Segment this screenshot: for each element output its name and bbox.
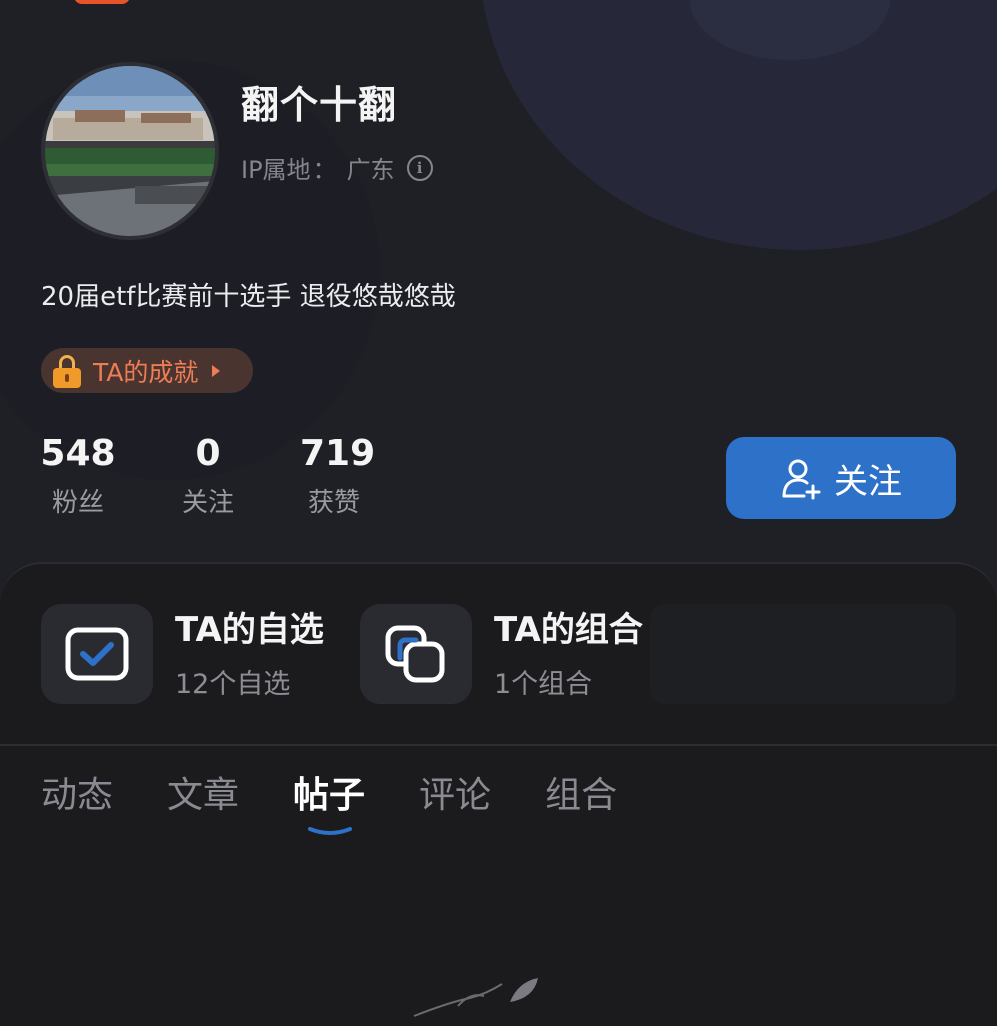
ip-location: IP属地： 广东 i [241, 150, 433, 185]
tab-activity[interactable]: 动态 [41, 770, 113, 822]
stat-label: 获赞 [307, 488, 360, 518]
add-user-icon [782, 459, 821, 500]
tab-articles[interactable]: 文章 [167, 770, 239, 822]
ip-value: 广东 [346, 156, 395, 184]
ip-separator: ： [312, 156, 337, 184]
avatar-photo [45, 66, 215, 236]
tab-posts[interactable]: 帖子 [293, 770, 366, 835]
empty-state-illustration [413, 978, 538, 1017]
portfolio-card[interactable]: TA的组合 1个组合 [360, 604, 643, 704]
tab-bar: 动态 文章 帖子 评论 组合 [41, 770, 671, 835]
info-icon[interactable]: i [406, 154, 433, 181]
bio: 20届etf比赛前十选手 退役悠哉悠哉 [41, 282, 456, 312]
portfolio-subtitle: 1个组合 [494, 668, 593, 700]
top-badge [74, 0, 130, 4]
active-tab-indicator [308, 827, 353, 835]
watchlist-card[interactable]: TA的自选 12个自选 [41, 604, 324, 704]
follow-button-label: 关注 [834, 461, 902, 502]
tab-portfolios[interactable]: 组合 [545, 770, 617, 822]
stat-following[interactable]: 0 关注 [172, 432, 244, 519]
stat-value: 548 [40, 433, 116, 474]
watchlist-title: TA的自选 [175, 609, 324, 650]
overlap-squares-icon [385, 625, 445, 683]
stat-value: 0 [195, 433, 221, 474]
tab-comments[interactable]: 评论 [419, 770, 491, 822]
username: 翻个十翻 [241, 83, 398, 127]
checkbox-icon [65, 627, 129, 681]
ip-label: IP属地 [241, 156, 311, 184]
stat-fans[interactable]: 548 粉丝 [40, 432, 116, 519]
stat-label: 关注 [181, 488, 234, 518]
portfolio-icon-box [360, 604, 472, 704]
avatar[interactable] [41, 62, 219, 240]
watchlist-icon-box [41, 604, 153, 704]
achievement-label: TA的成就 [93, 357, 199, 387]
stat-likes[interactable]: 719 获赞 [300, 432, 376, 519]
lock-icon [53, 354, 81, 388]
stat-label: 粉丝 [51, 488, 104, 518]
caret-right-icon [212, 364, 221, 377]
tab-posts-label: 帖子 [293, 775, 366, 816]
achievement-button[interactable]: TA的成就 [41, 348, 253, 393]
portfolio-title: TA的组合 [494, 609, 643, 650]
card-row-background [650, 604, 956, 704]
follow-button[interactable]: 关注 [726, 437, 956, 519]
divider [0, 744, 997, 746]
stat-value: 719 [300, 433, 376, 474]
watchlist-subtitle: 12个自选 [175, 668, 291, 700]
